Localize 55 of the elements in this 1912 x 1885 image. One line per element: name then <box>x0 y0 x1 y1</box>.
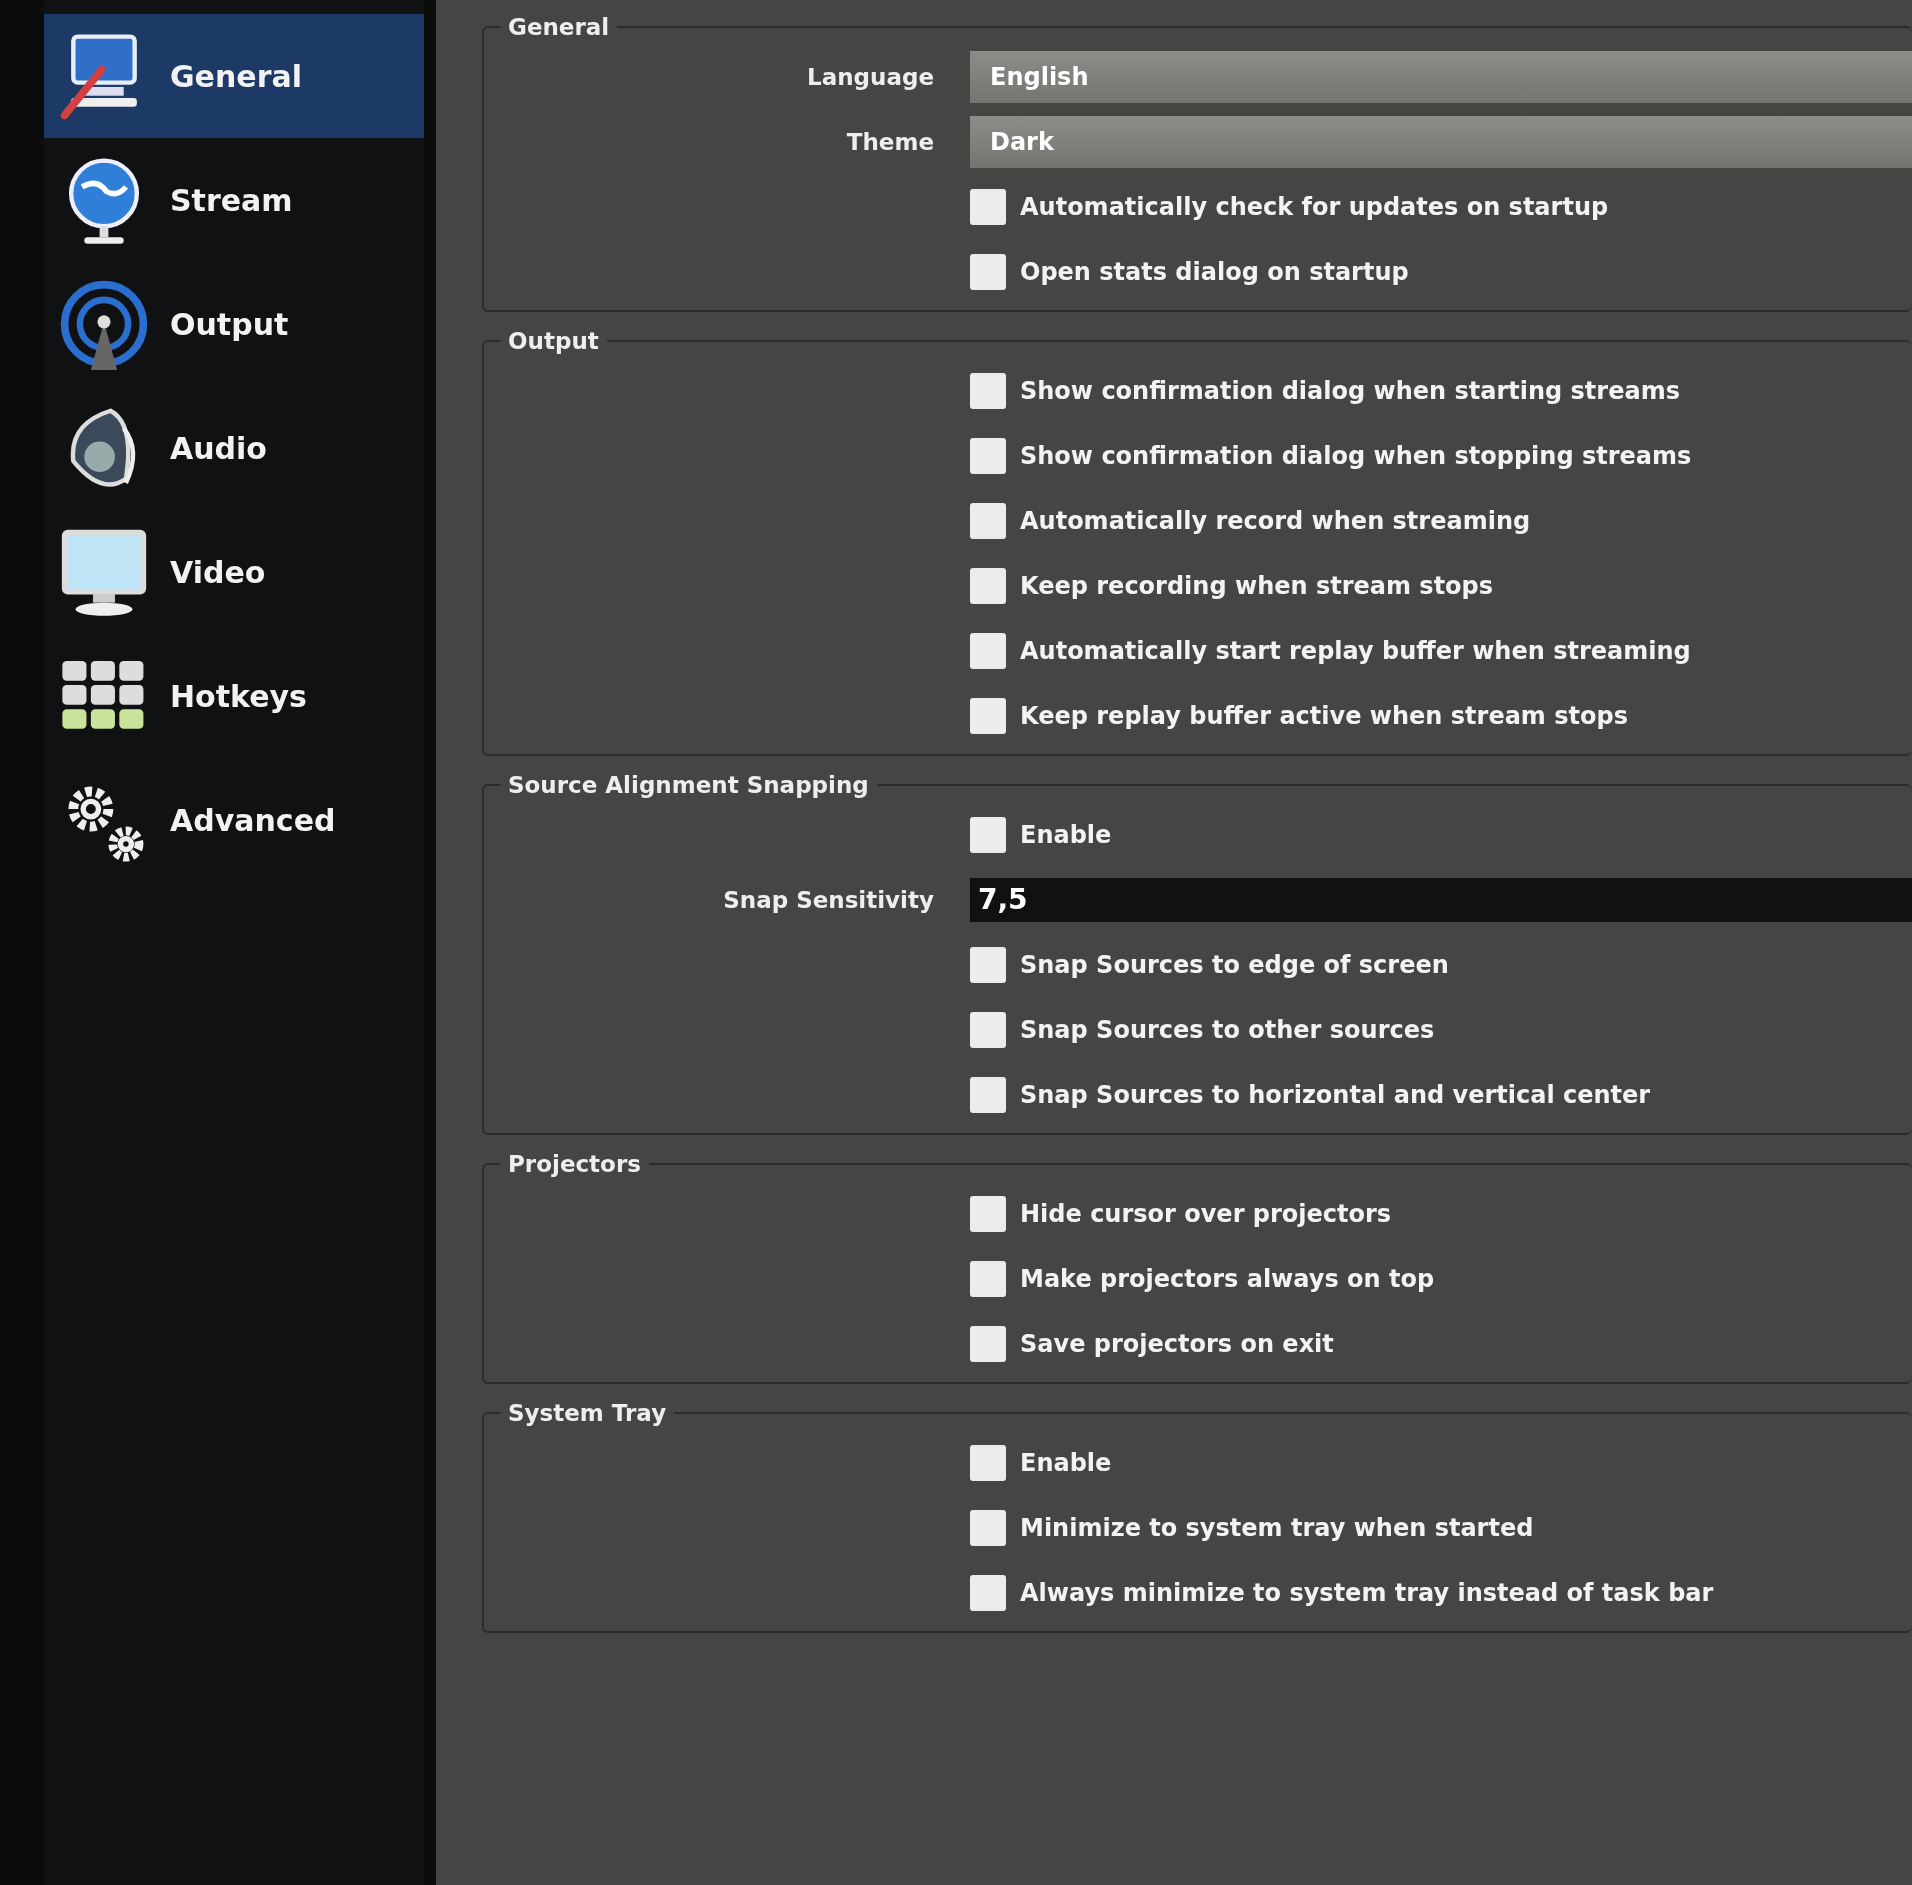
field-label: Snap Sensitivity <box>722 886 934 913</box>
checkbox[interactable] <box>970 1011 1006 1048</box>
sidebar-item[interactable]: Video <box>44 510 424 634</box>
checkbox-label[interactable]: Save projectors on exit <box>1020 1329 1334 1358</box>
sidebar-item[interactable]: Stream <box>44 138 424 262</box>
sidebar-item[interactable]: Advanced <box>44 758 424 882</box>
checkbox[interactable] <box>970 437 1006 474</box>
broadcast-icon <box>58 278 150 370</box>
checkbox-label[interactable]: Automatically record when streaming <box>1020 506 1531 535</box>
sidebar-item[interactable]: Hotkeys <box>44 634 424 758</box>
checkbox-label[interactable]: Show confirmation dialog when starting streams <box>1020 376 1680 405</box>
checkbox[interactable] <box>970 1260 1006 1297</box>
checkbox-label[interactable]: Open stats dialog on startup <box>1020 257 1409 286</box>
checkbox-label[interactable]: Snap Sources to edge of screen <box>1020 950 1449 979</box>
checkbox[interactable] <box>970 1509 1006 1546</box>
checkbox-label[interactable]: Make projectors always on top <box>1020 1264 1435 1293</box>
field-label: Language <box>806 63 934 90</box>
checkbox[interactable] <box>970 1076 1006 1113</box>
checkbox-label[interactable]: Keep recording when stream stops <box>1020 571 1494 600</box>
sidebar-item[interactable]: Output <box>44 262 424 386</box>
checkbox[interactable] <box>970 1325 1006 1362</box>
checkbox-label[interactable]: Minimize to system tray when started <box>1020 1513 1534 1542</box>
dropdown[interactable]: Dark <box>970 115 1912 168</box>
sidebar-item[interactable]: General <box>44 14 424 138</box>
checkbox-label[interactable]: Keep replay buffer active when stream stops <box>1020 701 1628 730</box>
checkbox[interactable] <box>970 567 1006 604</box>
checkbox[interactable] <box>970 372 1006 409</box>
checkbox-label[interactable]: Hide cursor over projectors <box>1020 1199 1392 1228</box>
group-title: System Tray <box>507 1400 668 1426</box>
checkbox[interactable] <box>970 1574 1006 1611</box>
field-label: Theme <box>845 128 934 155</box>
checkbox[interactable] <box>970 1195 1006 1232</box>
checkbox[interactable] <box>970 632 1006 669</box>
group-title: Projectors <box>507 1151 642 1177</box>
checkbox-label[interactable]: Automatically start replay buffer when streaming <box>1020 636 1691 665</box>
checkbox-label[interactable]: Enable <box>1020 820 1112 849</box>
group-title: Output <box>507 328 600 354</box>
group-title: Source Alignment Snapping <box>507 772 870 798</box>
checkbox-label[interactable]: Snap Sources to horizontal and vertical center <box>1020 1080 1651 1109</box>
checkbox[interactable] <box>970 1444 1006 1481</box>
number-field[interactable]: 7,5 <box>970 877 1912 922</box>
checkbox[interactable] <box>970 188 1006 225</box>
checkbox-label[interactable]: Snap Sources to other sources <box>1020 1015 1435 1044</box>
checkbox[interactable] <box>970 697 1006 734</box>
dropdown[interactable]: English <box>970 50 1912 103</box>
group-title: General <box>507 14 611 40</box>
sidebar-item[interactable]: Audio <box>44 386 424 510</box>
checkbox-label[interactable]: Automatically check for updates on startup <box>1020 192 1609 221</box>
checkbox[interactable] <box>970 816 1006 853</box>
checkbox[interactable] <box>970 502 1006 539</box>
checkbox-label[interactable]: Show confirmation dialog when stopping streams <box>1020 441 1692 470</box>
checkbox-label[interactable]: Enable <box>1020 1448 1112 1477</box>
checkbox[interactable] <box>970 946 1006 983</box>
checkbox-label[interactable]: Always minimize to system tray instead of task bar <box>1020 1578 1714 1607</box>
checkbox[interactable] <box>970 253 1006 290</box>
